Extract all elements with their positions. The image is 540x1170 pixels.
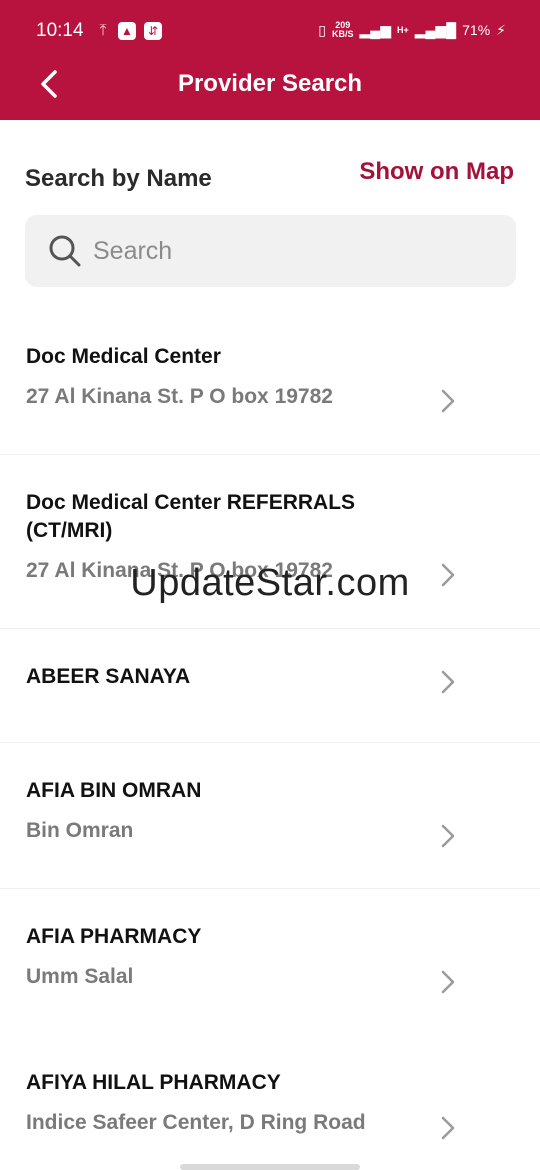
provider-address: Umm Salal [26,965,134,988]
provider-name: AFIYA HILAL PHARMACY [26,1071,281,1094]
chevron-right-icon [441,670,455,694]
page-title: Provider Search [177,70,363,97]
provider-name: AFIA BIN OMRAN [26,779,202,802]
chevron-right-icon [441,824,455,848]
upload-icon: ⤒ [99,22,107,39]
system-icons: ▯ 209 KB/S ▂▄▆ H+ ▂▄▆█ 71% ⚡ [318,21,506,39]
status-bar: 10:14 ⤒ ▲ ⇵ ▯ 209 KB/S ▂▄▆ H+ ▂▄▆█ 71% ⚡ [0,0,540,64]
usb-icon: ⇵ [144,22,162,40]
provider-address: Bin Omran [26,819,134,842]
nav-bar: Provider Search [0,64,540,120]
provider-row[interactable]: AFIA BIN OMRAN Bin Omran [0,743,540,889]
cell-signal-icon: ▂▄▆█ [414,21,457,38]
watermark: UpdateStar.com [130,562,410,604]
home-indicator[interactable] [180,1164,360,1170]
provider-name: Doc Medical Center REFERRALS (CT/MRI) [26,491,356,542]
search-icon [49,235,81,267]
provider-name: AFIA PHARMACY [26,925,202,948]
provider-row[interactable]: AFIA PHARMACY Umm Salal [0,889,540,1035]
network-type: H+ [396,24,409,35]
provider-address: Indice Safeer Center, D Ring Road [26,1111,366,1134]
network-speed: 209 KB/S [332,20,354,39]
status-time: 10:14 [36,20,84,41]
search-input[interactable] [93,229,493,273]
vibrate-icon: ▯ [318,21,327,38]
provider-address: 27 Al Kinana St. P O box 19782 [26,385,333,408]
search-by-name-label: Search by Name [25,165,212,192]
search-box[interactable] [25,215,516,287]
provider-row[interactable]: ABEER SANAYA [0,629,540,743]
app-notification-icon: ▲ [118,22,136,40]
provider-row[interactable]: AFIYA HILAL PHARMACY Indice Safeer Cente… [0,1035,540,1170]
chevron-right-icon [441,389,455,413]
show-on-map-link[interactable]: Show on Map [359,158,514,186]
chevron-right-icon [441,1116,455,1140]
notification-icons: ⤒ ▲ ⇵ [96,22,162,40]
app-header: 10:14 ⤒ ▲ ⇵ ▯ 209 KB/S ▂▄▆ H+ ▂▄▆█ 71% ⚡… [0,0,540,120]
provider-row[interactable]: Doc Medical Center 27 Al Kinana St. P O … [0,310,540,455]
battery-percent: 71% [462,22,491,38]
provider-name: ABEER SANAYA [26,665,191,688]
charging-icon: ⚡ [496,21,506,38]
provider-name: Doc Medical Center [26,345,221,368]
chevron-right-icon [441,970,455,994]
wifi-signal-icon: ▂▄▆ [359,21,391,38]
